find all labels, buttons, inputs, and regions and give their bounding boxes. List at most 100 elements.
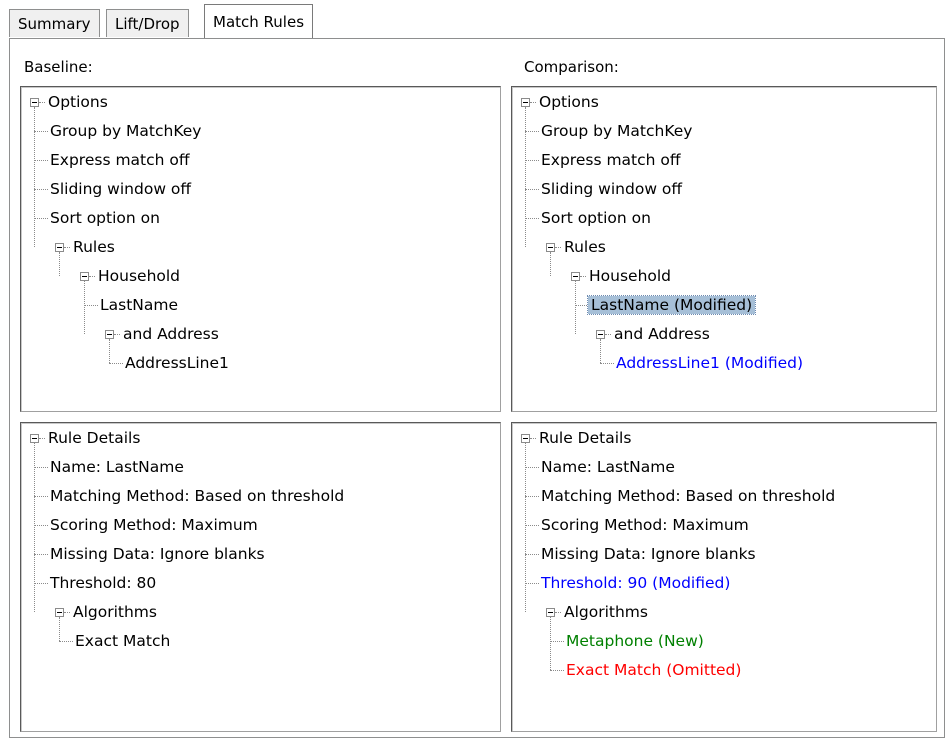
tree-node[interactable]: Metaphone (New) [563,630,707,652]
collapse-toggle-icon[interactable] [55,608,64,617]
tree-node[interactable]: Sliding window off [47,178,194,200]
tree-node[interactable]: AddressLine1 (Modified) [613,352,806,374]
tree-node[interactable]: Express match off [538,149,684,171]
comparison-label: Comparison: [524,58,619,76]
tree-node[interactable]: Missing Data: Ignore blanks [538,543,759,565]
tab-match-rules[interactable]: Match Rules [204,4,314,38]
tree-node[interactable]: Rules [70,236,118,258]
tab-strip: Summary Lift/Drop Match Rules [0,0,949,42]
tree-node-label: Rules [73,238,115,256]
tree-node[interactable]: Options [536,91,602,113]
tab-lift-drop[interactable]: Lift/Drop [106,9,189,37]
tree-node[interactable]: Household [95,265,183,287]
tree-node[interactable]: Sliding window off [538,178,685,200]
tree-node[interactable]: Algorithms [70,601,160,623]
tree-node-label: Express match off [541,151,681,169]
tree-node[interactable]: LastName (Modified) [586,294,757,316]
tree-connector-line [34,467,48,468]
tree-connector-line [525,160,539,161]
tree-node[interactable]: Group by MatchKey [47,120,204,142]
tree-node[interactable]: Exact Match (Omitted) [563,659,744,681]
tree-connector-line [600,339,601,363]
tree-node[interactable]: Sort option on [47,207,163,229]
collapse-toggle-icon[interactable] [546,608,555,617]
tree-node-label: Scoring Method: Maximum [50,516,258,534]
tree-node-label: Algorithms [564,603,648,621]
tree-node-label: LastName (Modified) [586,295,757,315]
tree-node[interactable]: AddressLine1 [122,352,232,374]
tree-node-label: Rule Details [48,429,141,447]
tree-node-label: AddressLine1 [125,354,229,372]
tree-connector-line [34,189,48,190]
comparison-rules-tree[interactable]: Options Group by MatchKey Express match of… [511,86,937,412]
baseline-rules-tree[interactable]: Options Group by MatchKey Express match of… [20,86,501,412]
collapse-toggle-icon[interactable] [521,98,530,107]
tree-node-label: Household [98,267,181,285]
tree-node[interactable]: Missing Data: Ignore blanks [47,543,268,565]
collapse-toggle-icon[interactable] [80,272,89,281]
tree-node[interactable]: Options [45,91,111,113]
tree-node[interactable]: Scoring Method: Maximum [538,514,752,536]
tree-node[interactable]: and Address [120,323,222,345]
tab-summary[interactable]: Summary [9,9,100,37]
tree-node-label: Exact Match (Omitted) [566,661,742,679]
tree-node[interactable]: Household [586,265,674,287]
tree-connector-line [34,583,48,584]
tree-connector-line [600,363,614,364]
tree-node[interactable]: Group by MatchKey [538,120,695,142]
tree-node-label: Missing Data: Ignore blanks [50,545,265,563]
tree-connector-line [575,281,576,334]
tree-node-label: Household [589,267,672,285]
tree-node[interactable]: Matching Method: Based on threshold [47,485,347,507]
tree-connector-line [525,443,526,612]
tree-connector-line [550,670,564,671]
tree-node-label: Metaphone (New) [566,632,704,650]
collapse-toggle-icon[interactable] [30,98,39,107]
tree-node-label: Sort option on [50,209,160,227]
tree-node[interactable]: Rule Details [45,427,143,449]
tree-node-label: Exact Match [75,632,171,650]
collapse-toggle-icon[interactable] [546,243,555,252]
tree-node-label: Algorithms [73,603,157,621]
tree-connector-line [525,496,539,497]
tree-node[interactable]: Sort option on [538,207,654,229]
tree-node[interactable]: Name: LastName [538,456,678,478]
tree-node[interactable]: Threshold: 90 (Modified) [538,572,733,594]
tree-node[interactable]: LastName [97,294,181,316]
baseline-label: Baseline: [24,58,93,76]
tree-node-label: Name: LastName [50,458,184,476]
tree-node-label: Name: LastName [541,458,675,476]
tree-connector-line [84,281,85,334]
tree-node[interactable]: Threshold: 80 [47,572,159,594]
tree-node-label: Group by MatchKey [50,122,202,140]
tree-connector-line [34,525,48,526]
tree-node[interactable]: Exact Match [72,630,173,652]
tree-node[interactable]: Rule Details [536,427,634,449]
tree-connector-line [525,583,539,584]
collapse-toggle-icon[interactable] [30,434,39,443]
tree-node[interactable]: Rules [561,236,609,258]
tree-node[interactable]: Name: LastName [47,456,187,478]
tree-node[interactable]: Express match off [47,149,193,171]
tree-node[interactable]: and Address [611,323,713,345]
tree-connector-line [59,617,60,641]
tree-node[interactable]: Algorithms [561,601,651,623]
tree-connector-line [525,107,526,247]
collapse-toggle-icon[interactable] [55,243,64,252]
tree-connector-line [34,443,35,612]
tree-node-label: Rules [564,238,606,256]
tree-node[interactable]: Matching Method: Based on threshold [538,485,838,507]
tree-node[interactable]: Scoring Method: Maximum [47,514,261,536]
tree-node-label: Sliding window off [50,180,192,198]
tree-node-label: Threshold: 90 (Modified) [541,574,731,592]
collapse-toggle-icon[interactable] [105,330,114,339]
baseline-details-tree[interactable]: Rule Details Name: LastName Matching Metho… [20,422,501,732]
tree-node-label: Options [48,93,108,111]
tree-connector-line [59,641,73,642]
collapse-toggle-icon[interactable] [596,330,605,339]
collapse-toggle-icon[interactable] [571,272,580,281]
collapse-toggle-icon[interactable] [521,434,530,443]
tree-connector-line [550,641,564,642]
comparison-details-tree[interactable]: Rule Details Name: LastName Matching Metho… [511,422,937,732]
tree-connector-line [34,554,48,555]
